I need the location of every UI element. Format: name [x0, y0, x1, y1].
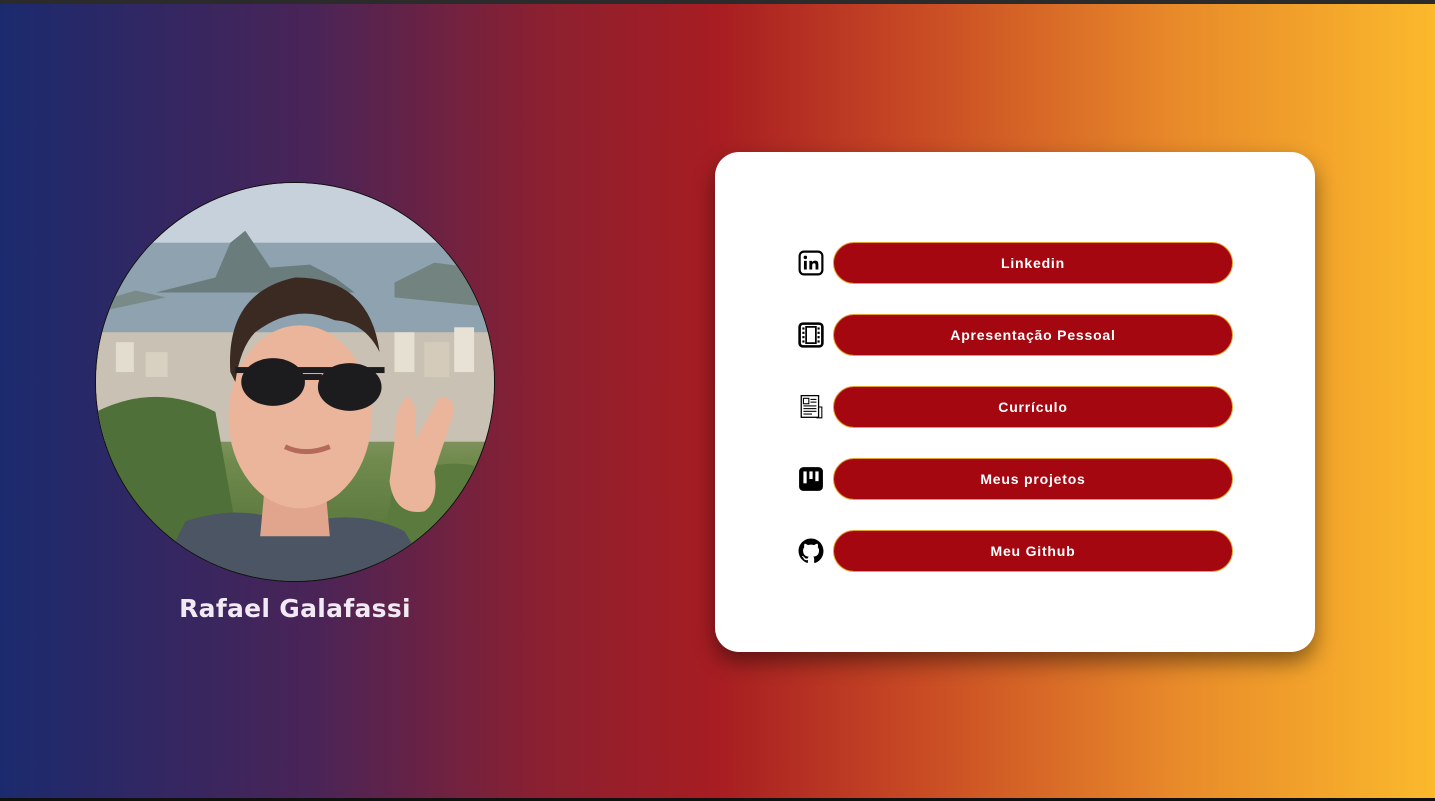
links-list: Linkedin Apresentação Pessoal Currículo … — [797, 242, 1237, 602]
link-row-github: Meu Github — [797, 530, 1237, 572]
link-row-linkedin: Linkedin — [797, 242, 1237, 284]
projects-button[interactable]: Meus projetos — [833, 458, 1233, 500]
github-icon — [797, 537, 825, 565]
presentation-button[interactable]: Apresentação Pessoal — [833, 314, 1233, 356]
github-button[interactable]: Meu Github — [833, 530, 1233, 572]
resume-button[interactable]: Currículo — [833, 386, 1233, 428]
gradient-background: Rafael Galafassi Linkedin Apresentação P… — [0, 4, 1435, 798]
profile-section: Rafael Galafassi — [95, 182, 495, 623]
document-icon — [797, 393, 825, 421]
profile-avatar — [95, 182, 495, 582]
link-row-presentation: Apresentação Pessoal — [797, 314, 1237, 356]
avatar-photo-illustration — [96, 183, 494, 581]
profile-name: Rafael Galafassi — [179, 594, 411, 623]
kanban-icon — [797, 465, 825, 493]
linkedin-icon — [797, 249, 825, 277]
linkedin-button[interactable]: Linkedin — [833, 242, 1233, 284]
link-row-projects: Meus projetos — [797, 458, 1237, 500]
link-row-resume: Currículo — [797, 386, 1237, 428]
film-icon — [797, 321, 825, 349]
links-card: Linkedin Apresentação Pessoal Currículo … — [715, 152, 1315, 652]
